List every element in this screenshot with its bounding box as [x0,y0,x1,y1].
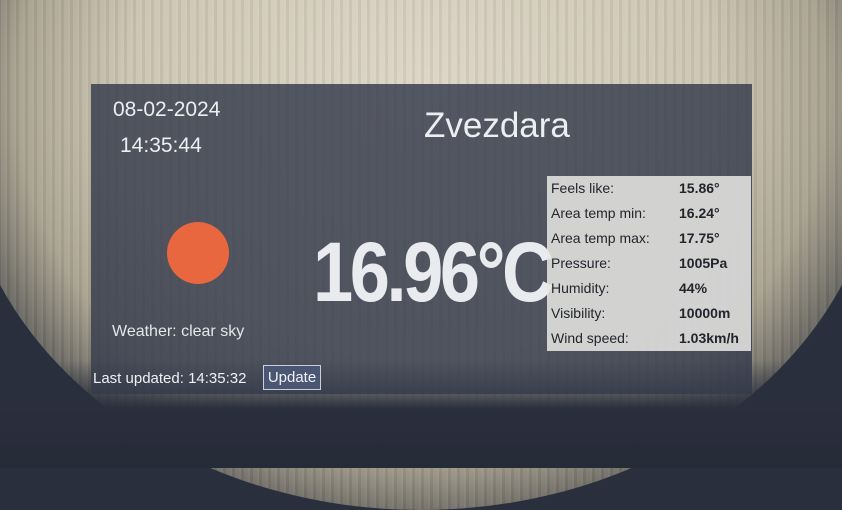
update-button[interactable]: Update [263,365,321,390]
stat-value: 17.75° [679,230,720,246]
stat-label: Feels like: [551,180,615,196]
current-time: 14:35:44 [120,134,202,157]
stat-value: 10000m [679,305,731,321]
stats-table: Feels like: 15.86° Area temp min: 16.24° A… [547,176,751,351]
stat-label: Area temp min: [551,205,646,221]
stat-row-feels-like: Feels like: 15.86° [551,176,720,201]
stat-row-wind-speed: Wind speed: 1.03km/h [551,326,739,351]
stat-value: 44% [679,280,708,296]
stat-label: Wind speed: [551,330,629,346]
last-updated-label: Last updated: 14:35:32 [93,370,247,387]
city-name: Zvezdara [424,106,570,145]
stat-row-temp-min: Area temp min: 16.24° [551,201,720,226]
temperature-display: 16.96°C [313,225,554,319]
stat-value: 16.24° [679,205,720,221]
stat-row-visibility: Visibility: 10000m [551,301,730,326]
stat-row-pressure: Pressure: 1005Pa [551,251,727,276]
current-date: 08-02-2024 [113,98,221,121]
sun-icon [167,222,229,284]
stat-row-humidity: Humidity: 44% [551,276,707,301]
stat-value: 1.03km/h [679,330,739,346]
stat-value: 15.86° [679,180,720,196]
stat-label: Pressure: [551,255,611,271]
weather-description: Weather: clear sky [112,323,245,340]
stat-label: Area temp max: [551,230,650,246]
stat-label: Humidity: [551,280,610,296]
stat-value: 1005Pa [679,255,728,271]
stat-row-temp-max: Area temp max: 17.75° [551,226,720,251]
weather-panel: 08-02-2024 14:35:44 Zvezdara Weather: cl… [91,84,752,394]
stat-label: Visibility: [551,305,606,321]
